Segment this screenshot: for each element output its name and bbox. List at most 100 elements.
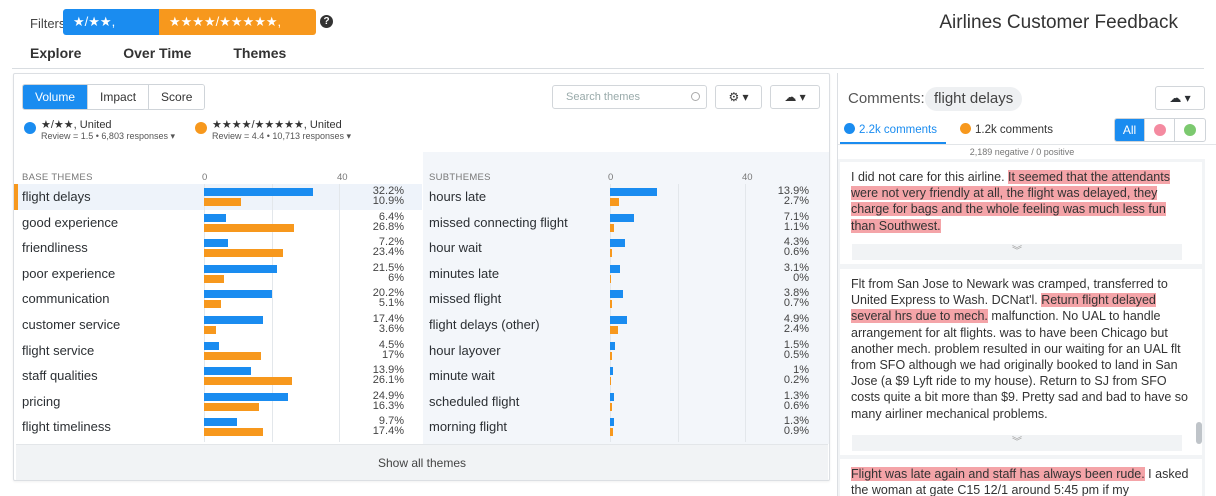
top-bar: Filters ★/★★, United ★★★★/★★★★★, United … — [0, 0, 1216, 70]
sub-bar-low-rating[interactable] — [610, 341, 616, 350]
base-bar-high-rating[interactable] — [204, 249, 283, 258]
base-row-label[interactable]: flight delays — [22, 189, 91, 204]
download-dropdown-button[interactable]: ☁ ▾ — [770, 85, 820, 109]
sub-bar-high-rating[interactable] — [610, 351, 612, 360]
base-bar-high-rating[interactable] — [204, 377, 293, 386]
sub-bar-low-rating[interactable] — [610, 264, 621, 273]
sub-row-label[interactable]: hour layover — [429, 343, 501, 358]
base-row-label[interactable]: poor experience — [22, 266, 115, 281]
legend-summary-dropdown[interactable]: Review = 1.5 • 6,803 responses ▾ — [41, 131, 175, 142]
mode-score-button[interactable]: Score — [149, 85, 205, 109]
sub-bar-low-rating[interactable] — [610, 418, 615, 427]
legend-dot-blue — [24, 122, 36, 134]
tab-low-rating-comments[interactable]: 2.2k comments — [844, 123, 937, 136]
base-row-label[interactable]: communication — [22, 291, 109, 306]
base-bar-high-rating[interactable] — [204, 300, 222, 309]
base-row-label[interactable]: customer service — [22, 317, 120, 332]
sentiment-filter: All — [1114, 118, 1206, 142]
sub-row-label[interactable]: hours late — [429, 189, 486, 204]
search-icon — [691, 92, 700, 101]
sub-value-high-rating: 0.7% — [783, 297, 809, 310]
sub-bar-low-rating[interactable] — [610, 213, 634, 222]
nav-themes[interactable]: Themes — [233, 45, 286, 61]
base-axis-tick: 0 — [202, 172, 208, 183]
filter-chip-high-rating[interactable]: ★★★★/★★★★★, United — [159, 9, 316, 55]
sub-value-high-rating: 0% — [793, 271, 809, 284]
comments-download-button[interactable]: ☁ ▾ — [1155, 86, 1205, 110]
base-bar-high-rating[interactable] — [204, 274, 225, 283]
sub-row-label[interactable]: flight delays (other) — [429, 317, 540, 332]
sub-row-label[interactable]: minutes late — [429, 266, 499, 281]
sub-bar-high-rating[interactable] — [610, 249, 613, 258]
mode-impact-button[interactable]: Impact — [88, 85, 150, 109]
sub-row-label[interactable]: minute wait — [429, 368, 495, 383]
sub-bar-high-rating[interactable] — [610, 428, 614, 437]
sub-bar-high-rating[interactable] — [610, 402, 613, 411]
sub-bar-low-rating[interactable] — [610, 188, 657, 196]
base-bar-high-rating[interactable] — [204, 428, 263, 437]
base-bar-low-rating[interactable] — [204, 316, 263, 324]
search-placeholder: Search themes — [566, 91, 640, 103]
base-bar-low-rating[interactable] — [204, 392, 289, 401]
base-bar-high-rating[interactable] — [204, 402, 259, 411]
sentiment-positive-button[interactable] — [1175, 119, 1205, 141]
base-bar-high-rating[interactable] — [204, 198, 241, 206]
base-bar-low-rating[interactable] — [204, 188, 313, 196]
sub-bar-low-rating[interactable] — [610, 290, 623, 299]
sentiment-negative-button[interactable] — [1145, 119, 1175, 141]
search-input[interactable]: Search themes — [552, 85, 707, 109]
base-bar-low-rating[interactable] — [204, 367, 251, 376]
base-bar-low-rating[interactable] — [204, 418, 237, 427]
sentiment-all-button[interactable]: All — [1115, 119, 1145, 141]
base-bar-low-rating[interactable] — [204, 341, 220, 350]
sub-bar-low-rating[interactable] — [610, 239, 625, 248]
sub-row-label[interactable]: hour wait — [429, 240, 482, 255]
base-row-label[interactable]: friendliness — [22, 240, 88, 255]
happy-face-icon — [1184, 124, 1196, 136]
sub-bar-high-rating[interactable] — [610, 198, 620, 206]
sub-bar-high-rating[interactable] — [610, 274, 611, 283]
comments-label: Comments: — [848, 90, 925, 107]
sub-row-label[interactable]: missed flight — [429, 291, 501, 306]
base-bar-low-rating[interactable] — [204, 264, 277, 273]
base-row-label[interactable]: flight service — [22, 343, 94, 358]
expand-comment-button[interactable]: ︾ — [852, 435, 1182, 451]
sub-value-high-rating: 0.2% — [783, 374, 809, 387]
base-value-high-rating: 16.3% — [372, 399, 404, 412]
base-row-label[interactable]: staff qualities — [22, 368, 98, 383]
base-bar-low-rating[interactable] — [204, 213, 226, 222]
base-bar-low-rating[interactable] — [204, 290, 273, 299]
settings-dropdown-button[interactable]: ⚙ ▾ — [715, 85, 762, 109]
sub-row-label[interactable]: scheduled flight — [429, 394, 519, 409]
base-bar-high-rating[interactable] — [204, 351, 262, 360]
base-row-label[interactable]: good experience — [22, 215, 118, 230]
sub-bar-low-rating[interactable] — [610, 392, 615, 401]
help-icon[interactable]: ? — [320, 15, 333, 28]
base-bar-high-rating[interactable] — [204, 326, 217, 334]
expand-comment-button[interactable]: ︾ — [852, 244, 1182, 260]
base-bar-high-rating[interactable] — [204, 223, 295, 232]
sub-bar-high-rating[interactable] — [610, 326, 619, 334]
filter-chip-low-rating[interactable]: ★/★★, United — [63, 9, 159, 55]
mode-volume-button[interactable]: Volume — [23, 85, 89, 109]
base-bar-low-rating[interactable] — [204, 239, 229, 248]
sub-row-label[interactable]: morning flight — [429, 419, 507, 434]
sub-bar-low-rating[interactable] — [610, 316, 627, 324]
sub-row-label[interactable]: missed connecting flight — [429, 215, 568, 230]
sub-value-high-rating: 0.6% — [783, 399, 809, 412]
sub-bar-high-rating[interactable] — [610, 223, 614, 232]
base-value-high-rating: 17% — [381, 348, 404, 361]
nav-explore[interactable]: Explore — [30, 45, 81, 61]
tab-high-rating-comments[interactable]: 1.2k comments — [960, 123, 1053, 136]
base-row-label[interactable]: pricing — [22, 394, 60, 409]
legend-summary-dropdown[interactable]: Review = 4.4 • 10,713 responses ▾ — [212, 131, 351, 142]
comment-text: malfunction. No UAL to handle arrangemen… — [851, 309, 1189, 421]
sub-bar-high-rating[interactable] — [610, 300, 613, 309]
comments-scrollbar[interactable] — [1196, 422, 1202, 444]
sub-bar-low-rating[interactable] — [610, 367, 614, 376]
show-all-themes-button[interactable]: Show all themes — [16, 444, 828, 480]
nav-over-time[interactable]: Over Time — [123, 45, 191, 61]
sub-bar-high-rating[interactable] — [610, 377, 611, 386]
comments-panel: Comments: flight delays ☁ ▾ 2.2k comment… — [837, 73, 1216, 496]
base-row-label[interactable]: flight timeliness — [22, 419, 111, 434]
